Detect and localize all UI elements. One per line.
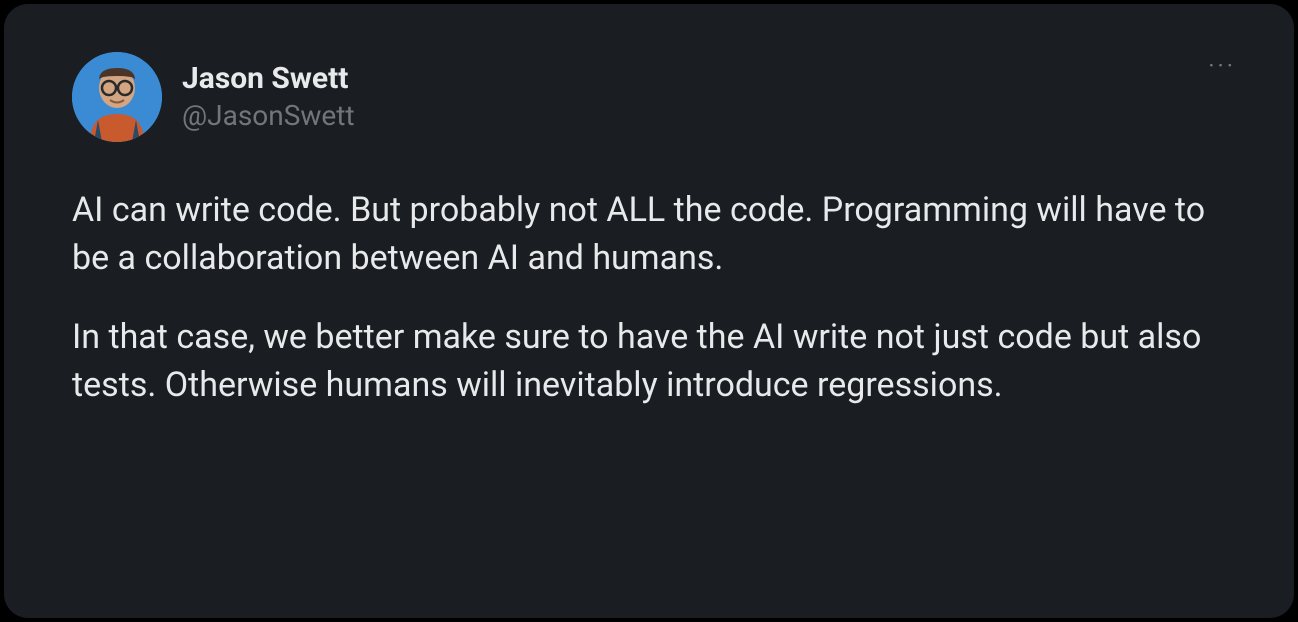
tweet-header: Jason Swett @JasonSwett: [72, 52, 1226, 142]
user-info: Jason Swett @JasonSwett: [182, 61, 355, 133]
user-handle[interactable]: @JasonSwett: [182, 99, 355, 133]
tweet-paragraph: In that case, we better make sure to hav…: [72, 313, 1226, 410]
display-name[interactable]: Jason Swett: [182, 61, 355, 97]
tweet-card: Jason Swett @JasonSwett ··· AI can write…: [4, 4, 1294, 618]
more-icon: ···: [1208, 52, 1236, 80]
avatar-icon: [72, 52, 162, 142]
avatar[interactable]: [72, 52, 162, 142]
more-options-button[interactable]: ···: [1200, 44, 1244, 88]
tweet-paragraph: AI can write code. But probably not ALL …: [72, 186, 1226, 283]
tweet-text: AI can write code. But probably not ALL …: [72, 186, 1226, 409]
